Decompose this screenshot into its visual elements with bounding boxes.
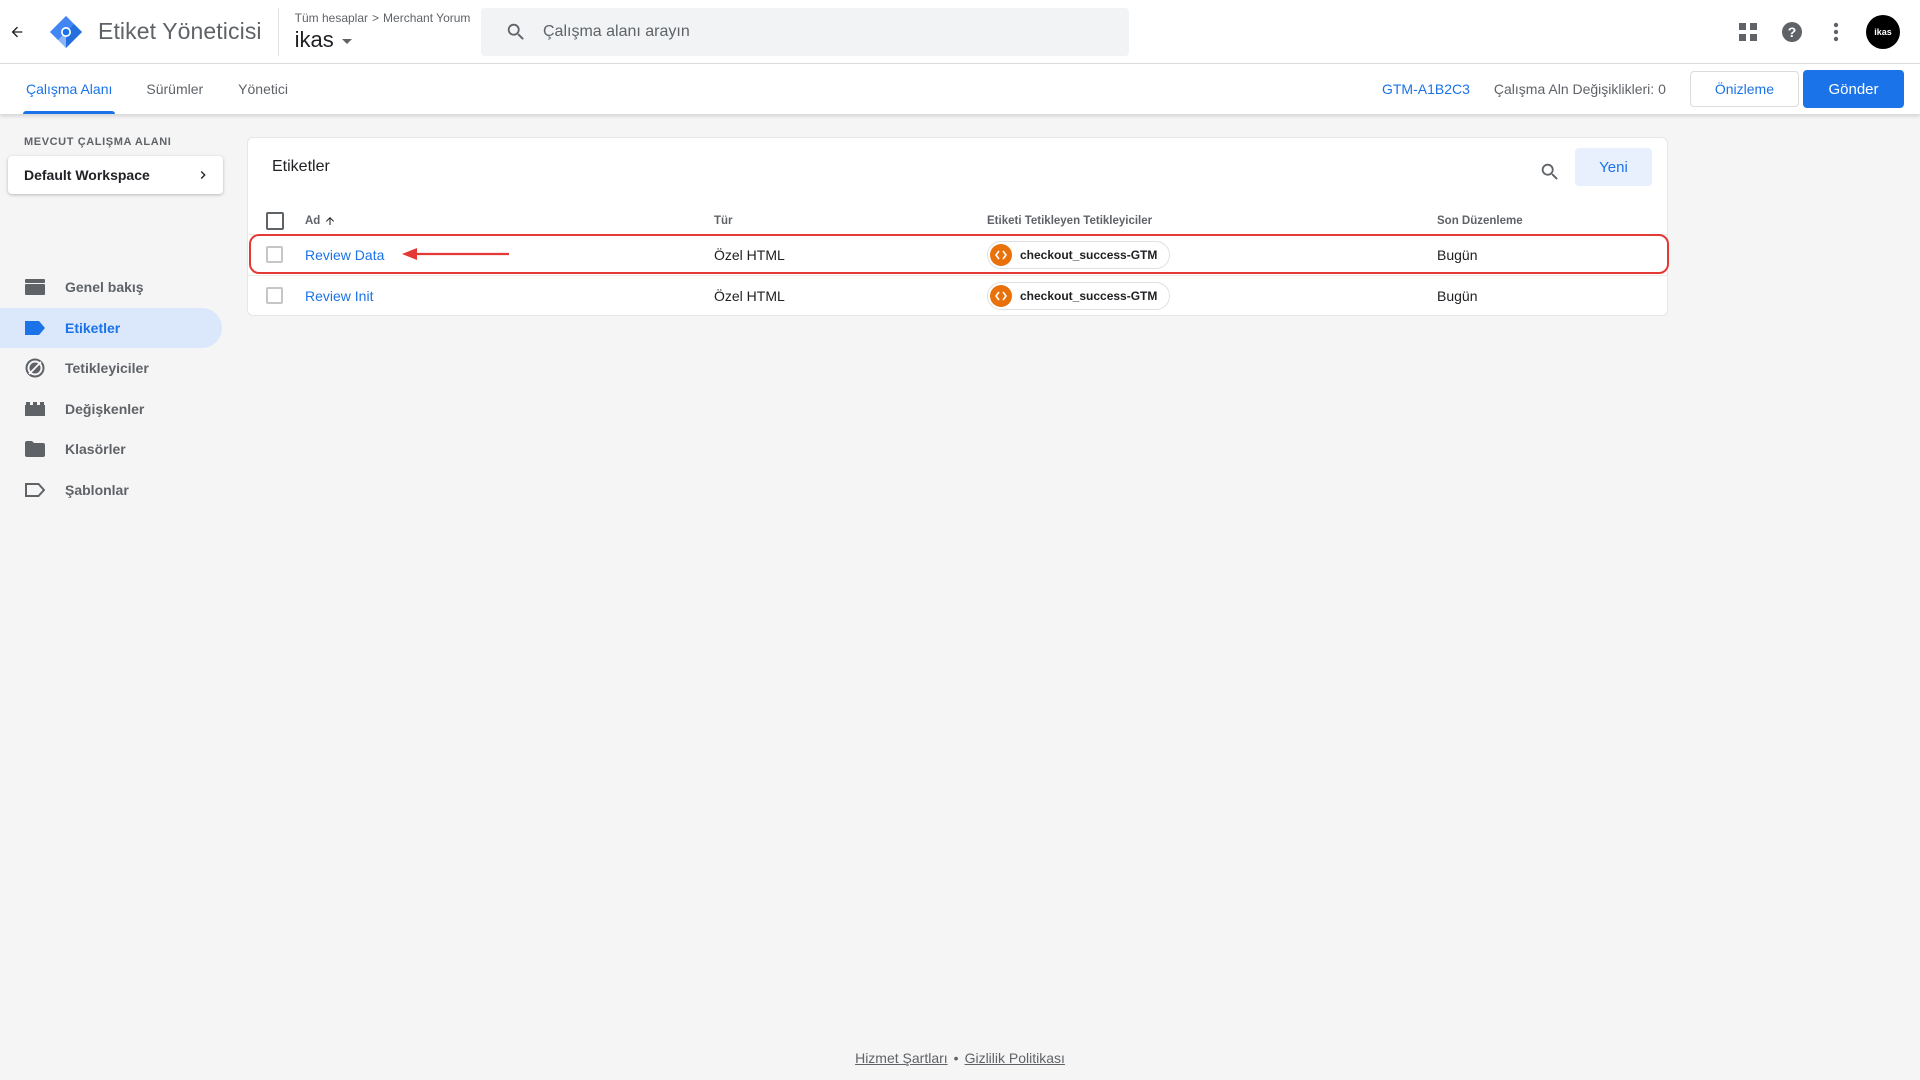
dropdown-caret-icon xyxy=(341,38,352,44)
avatar[interactable]: ikas xyxy=(1866,15,1900,49)
sidebar-item-label: Değişkenler xyxy=(65,400,145,417)
workspace-label: MEVCUT ÇALIŞMA ALANI xyxy=(24,136,172,148)
column-header-type[interactable]: Tür xyxy=(714,215,733,227)
trigger-chip[interactable]: checkout_success-GTM xyxy=(987,240,1171,269)
sidebar-item-triggers[interactable]: Tetikleyiciler xyxy=(0,348,222,388)
svg-text:?: ? xyxy=(1788,24,1797,40)
search-icon xyxy=(507,23,524,40)
tab-workspace[interactable]: Çalışma Alanı xyxy=(22,64,116,114)
sidebar-item-label: Genel bakış xyxy=(65,279,144,295)
subnav-actions: GTM-A1B2C3 Çalışma Aln Değişiklikleri: 0… xyxy=(1382,70,1904,108)
help-icon[interactable]: ? xyxy=(1772,12,1812,52)
container-selector[interactable]: Tüm hesaplar > Merchant Yorum ikas xyxy=(295,11,471,53)
tag-type: Özel HTML xyxy=(714,287,785,304)
breadcrumb-account[interactable]: Tüm hesaplar xyxy=(295,11,368,25)
workspace-selector[interactable]: Default Workspace xyxy=(8,156,223,194)
top-app-bar: Etiket Yöneticisi Tüm hesaplar > Merchan… xyxy=(0,0,1920,64)
last-edited: Bugün xyxy=(1437,287,1478,304)
app-title: Etiket Yöneticisi xyxy=(98,18,262,44)
tags-card: Etiketler Yeni Ad Tür Etiketi Tetikleyen… xyxy=(247,137,1668,316)
sidebar-nav: Genel bakış Etiketler Tetikleyiciler Değ… xyxy=(0,267,230,510)
table-row: Review Init Özel HTML checkout_success-G… xyxy=(248,275,1667,315)
template-icon xyxy=(24,479,46,501)
select-all-checkbox[interactable] xyxy=(266,212,284,230)
tab-versions[interactable]: Sürümler xyxy=(144,64,205,114)
column-header-name-label: Ad xyxy=(305,215,321,227)
container-name-label: ikas xyxy=(294,26,334,52)
sidebar-item-folders[interactable]: Klasörler xyxy=(0,429,222,469)
tag-name-link[interactable]: Review Init xyxy=(305,288,373,304)
sidebar-item-variables[interactable]: Değişkenler xyxy=(0,389,222,429)
row-checkbox[interactable] xyxy=(266,287,283,304)
sub-navigation: Çalışma Alanı Sürümler Yönetici GTM-A1B2… xyxy=(0,64,1920,114)
header-divider xyxy=(277,7,279,56)
container-id-link[interactable]: GTM-A1B2C3 xyxy=(1382,81,1470,97)
tag-name-link[interactable]: Review Data xyxy=(305,247,384,263)
row-checkbox-cell xyxy=(266,246,283,263)
privacy-link[interactable]: Gizlilik Politikası xyxy=(965,1050,1065,1066)
trigger-chip-label: checkout_success-GTM xyxy=(1020,288,1158,303)
tag-type: Özel HTML xyxy=(714,246,785,263)
sidebar-item-templates[interactable]: Şablonlar xyxy=(0,470,222,510)
trigger-icon xyxy=(24,357,46,379)
table-row: Review Data Özel HTML checkout_success-G… xyxy=(248,234,1667,274)
container-name[interactable]: ikas xyxy=(295,27,471,53)
variables-icon xyxy=(24,398,46,420)
column-header-name[interactable]: Ad xyxy=(305,215,336,227)
footer-separator: • xyxy=(953,1050,959,1066)
row-checkbox[interactable] xyxy=(266,246,283,263)
search-input[interactable] xyxy=(543,23,1103,41)
gtm-logo-icon xyxy=(48,14,84,50)
submit-button[interactable]: Gönder xyxy=(1803,70,1904,108)
sidebar-item-label: Etiketler xyxy=(65,319,121,336)
sidebar: MEVCUT ÇALIŞMA ALANI Default Workspace G… xyxy=(0,114,230,1080)
row-checkbox-cell xyxy=(266,287,283,304)
new-tag-button[interactable]: Yeni xyxy=(1575,148,1652,186)
workspace-changes-count: Çalışma Aln Değişiklikleri: 0 xyxy=(1493,81,1666,97)
sidebar-item-label: Klasörler xyxy=(65,441,126,458)
sort-arrow-up-icon xyxy=(326,217,335,225)
apps-grid-icon[interactable] xyxy=(1728,12,1768,52)
trigger-chip-label: checkout_success-GTM xyxy=(1020,247,1158,262)
overview-icon xyxy=(24,276,46,298)
header-actions: ? ikas xyxy=(1724,12,1900,52)
chevron-right-icon xyxy=(200,171,206,179)
workspace-name: Default Workspace xyxy=(24,167,150,183)
sidebar-item-label: Şablonlar xyxy=(65,481,129,498)
search-icon[interactable] xyxy=(1532,154,1568,190)
folder-icon xyxy=(24,438,46,460)
trigger-chip[interactable]: checkout_success-GTM xyxy=(987,281,1171,310)
breadcrumb-container[interactable]: Merchant Yorum xyxy=(383,11,470,25)
back-arrow-icon[interactable] xyxy=(1,0,33,64)
select-all-cell xyxy=(266,212,284,230)
column-header-last-edited[interactable]: Son Düzenleme xyxy=(1437,215,1523,227)
breadcrumb: Tüm hesaplar > Merchant Yorum xyxy=(295,11,471,25)
custom-event-icon xyxy=(990,284,1012,307)
card-title: Etiketler xyxy=(272,158,330,175)
footer: Hizmet Şartları • Gizlilik Politikası xyxy=(0,1050,1920,1066)
sidebar-item-label: Tetikleyiciler xyxy=(65,360,149,377)
more-vert-icon[interactable] xyxy=(1816,12,1856,52)
workspace-search[interactable] xyxy=(481,8,1129,56)
terms-link[interactable]: Hizmet Şartları xyxy=(855,1050,948,1066)
sidebar-item-tags[interactable]: Etiketler xyxy=(0,307,222,348)
breadcrumb-separator: > xyxy=(372,10,380,25)
column-header-triggers[interactable]: Etiketi Tetikleyen Tetikleyiciler xyxy=(987,215,1152,227)
custom-event-icon xyxy=(990,243,1012,266)
tab-admin[interactable]: Yönetici xyxy=(236,64,290,114)
preview-button[interactable]: Önizleme xyxy=(1689,71,1799,107)
last-edited: Bugün xyxy=(1437,246,1478,263)
sidebar-item-overview[interactable]: Genel bakış xyxy=(0,267,222,307)
tag-icon xyxy=(24,317,46,339)
